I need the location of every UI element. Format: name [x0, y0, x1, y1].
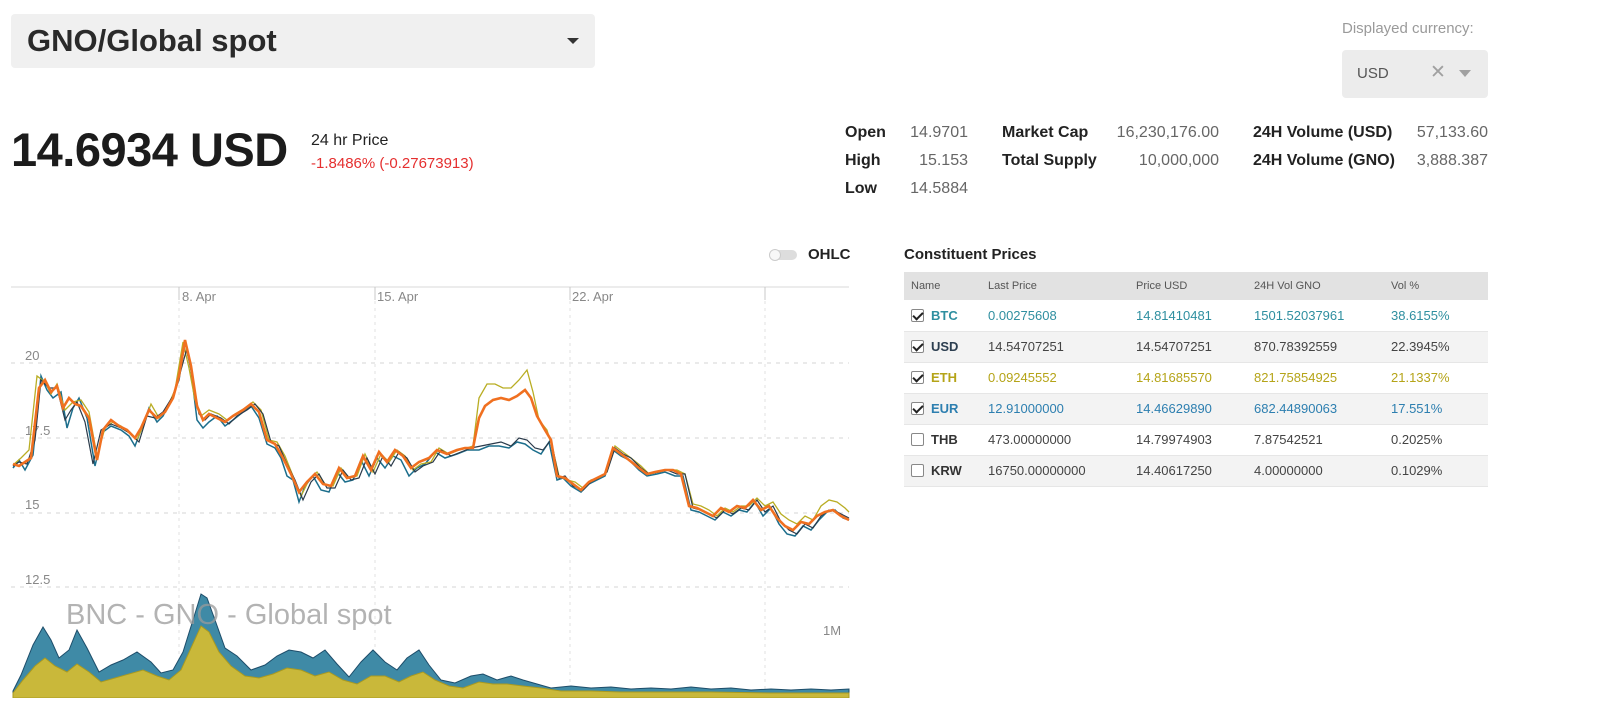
exchange-symbol[interactable]: USD [931, 339, 958, 354]
cell-name: BTC [904, 300, 988, 332]
open-label: Open [845, 124, 886, 141]
volume-gno-value: 3,888.387 [1416, 152, 1488, 169]
chart-watermark: BNC - GNO - Global spot [66, 599, 392, 631]
table-header-row: Name Last Price Price USD 24H Vol GNO Vo… [904, 272, 1488, 300]
constituent-prices-title: Constituent Prices [904, 246, 1037, 263]
row-checkbox[interactable] [911, 433, 924, 446]
column-header-vol-pct[interactable]: Vol % [1391, 272, 1488, 300]
row-checkbox[interactable] [911, 308, 924, 322]
low-label: Low [845, 180, 877, 197]
table-row: USD 14.54707251 14.54707251 870.78392559 22.… [904, 331, 1488, 363]
clear-icon[interactable]: ✕ [1430, 61, 1446, 84]
chevron-down-icon [567, 38, 579, 44]
cell-vol-pct: 0.1029% [1391, 455, 1488, 487]
column-header-name[interactable]: Name [904, 272, 988, 300]
cell-last-price: 14.54707251 [988, 331, 1136, 363]
cell-price-usd: 14.40617250 [1136, 455, 1254, 487]
y-tick-label: 17.5 [25, 423, 50, 438]
x-tick-label: 8. Apr [182, 289, 217, 304]
currency-label: Displayed currency: [1342, 20, 1474, 37]
cell-price-usd: 14.54707251 [1136, 331, 1254, 363]
price-chart[interactable]: 8. Apr 15. Apr 22. Apr 20 17.5 15 12.5 B… [11, 280, 851, 698]
ohlc-toggle[interactable] [769, 249, 797, 261]
cell-vol-pct: 38.6155% [1391, 300, 1488, 332]
cell-last-price: 12.91000000 [988, 393, 1136, 425]
open-value: 14.9701 [910, 124, 968, 141]
price-period-label: 24 hr Price [311, 132, 389, 149]
market-cap-value: 16,230,176.00 [1116, 124, 1219, 141]
low-value: 14.5884 [910, 180, 968, 197]
row-checkbox[interactable] [911, 464, 924, 477]
range-label[interactable]: 1M [823, 623, 841, 638]
column-header-vol-gno[interactable]: 24H Vol GNO [1254, 272, 1391, 300]
row-checkbox[interactable] [911, 371, 924, 384]
total-supply-label: Total Supply [1002, 152, 1097, 169]
y-tick-label: 15 [25, 497, 39, 512]
cell-vol-pct: 17.551% [1391, 393, 1488, 425]
exchange-symbol[interactable]: THB [931, 432, 958, 447]
cell-vol-pct: 21.1337% [1391, 362, 1488, 394]
high-label: High [845, 152, 881, 169]
pair-selected-label: GNO/Global spot [27, 23, 277, 58]
cell-name: USD [904, 331, 988, 363]
exchange-symbol[interactable]: EUR [931, 401, 958, 416]
usd-price-line [12, 347, 850, 535]
column-header-price-usd[interactable]: Price USD [1136, 272, 1254, 300]
x-tick-label: 15. Apr [377, 289, 419, 304]
table-row: ETH 0.09245552 14.81685570 821.75854925 21.1… [904, 362, 1488, 394]
price-change: -1.8486% (-0.27673913) [311, 155, 474, 172]
row-checkbox[interactable] [911, 340, 924, 353]
currency-selected-value: USD [1357, 65, 1389, 82]
market-cap-label: Market Cap [1002, 124, 1089, 141]
cell-vol-gno: 821.75854925 [1254, 362, 1391, 394]
cell-price-usd: 14.79974903 [1136, 424, 1254, 456]
current-price: 14.6934 USD [11, 123, 288, 176]
cell-last-price: 0.00275608 [988, 300, 1136, 332]
cell-price-usd: 14.81685570 [1136, 362, 1254, 394]
ohlc-toggle-label: OHLC [808, 246, 851, 263]
y-tick-label: 20 [25, 348, 39, 363]
price-chart-svg[interactable]: 8. Apr 15. Apr 22. Apr 20 17.5 15 12.5 B… [11, 280, 851, 698]
exchange-symbol[interactable]: BTC [931, 308, 958, 323]
btc-price-line [12, 341, 850, 537]
cell-vol-gno: 682.44890063 [1254, 393, 1391, 425]
total-supply-value: 10,000,000 [1138, 152, 1219, 169]
volume-usd-label: 24H Volume (USD) [1253, 124, 1393, 141]
volume-usd-value: 57,133.60 [1416, 124, 1488, 141]
cell-price-usd: 14.46629890 [1136, 393, 1254, 425]
table-row: EUR 12.91000000 14.46629890 682.44890063 17.… [904, 393, 1488, 425]
cell-last-price: 473.00000000 [988, 424, 1136, 456]
cell-vol-gno: 4.00000000 [1254, 455, 1391, 487]
cell-name: KRW [904, 455, 988, 487]
cell-name: EUR [904, 393, 988, 425]
volume-gno-label: 24H Volume (GNO) [1253, 152, 1395, 169]
cell-name: ETH [904, 362, 988, 394]
cell-last-price: 0.09245552 [988, 362, 1136, 394]
table-row: BTC 0.00275608 14.81410481 1501.52037961 38.… [904, 300, 1488, 332]
cell-vol-pct: 22.3945% [1391, 331, 1488, 363]
row-checkbox[interactable] [911, 402, 924, 415]
x-tick-label: 22. Apr [572, 289, 614, 304]
column-header-last-price[interactable]: Last Price [988, 272, 1136, 300]
cell-vol-gno: 7.87542521 [1254, 424, 1391, 456]
y-tick-label: 12.5 [25, 572, 50, 587]
exchange-symbol[interactable]: KRW [931, 463, 962, 478]
cell-price-usd: 14.81410481 [1136, 300, 1254, 332]
cell-vol-gno: 870.78392559 [1254, 331, 1391, 363]
pair-dropdown[interactable]: GNO/Global spot [11, 14, 595, 68]
cell-vol-pct: 0.2025% [1391, 424, 1488, 456]
currency-dropdown[interactable]: USD ✕ [1342, 50, 1488, 98]
cell-vol-gno: 1501.52037961 [1254, 300, 1391, 332]
high-value: 15.153 [919, 152, 968, 169]
constituent-prices-table: Name Last Price Price USD 24H Vol GNO Vo… [904, 272, 1488, 487]
table-row: THB 473.00000000 14.79974903 7.87542521 0.20… [904, 424, 1488, 456]
cell-name: THB [904, 424, 988, 456]
toggle-knob [769, 249, 781, 261]
chevron-down-icon[interactable] [1459, 70, 1471, 77]
cell-last-price: 16750.00000000 [988, 455, 1136, 487]
exchange-symbol[interactable]: ETH [931, 370, 957, 385]
table-row: KRW 16750.00000000 14.40617250 4.00000000 0.… [904, 455, 1488, 487]
